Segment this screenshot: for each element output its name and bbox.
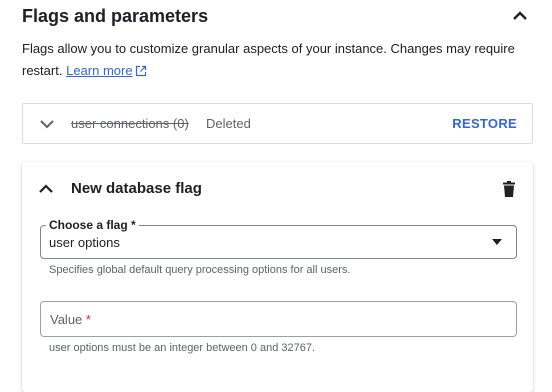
learn-more-label: Learn more: [66, 63, 133, 78]
new-flag-card: New database flag Choose a flag * user o…: [22, 162, 533, 392]
required-marker: *: [85, 312, 91, 327]
trash-icon[interactable]: [502, 181, 516, 197]
choose-flag-label: Choose a flag *: [46, 217, 139, 233]
dropdown-arrow-icon: [492, 239, 502, 245]
chevron-down-icon[interactable]: [39, 116, 55, 132]
value-hint: user options must be an integer between …: [49, 342, 316, 354]
section-description: Flags allow you to customize granular as…: [22, 38, 522, 82]
section-title: Flags and parameters: [22, 6, 209, 26]
deleted-flag-row: user connections (0) Deleted RESTORE: [22, 103, 533, 144]
choose-flag-value: user options: [49, 235, 120, 250]
deleted-status: Deleted: [206, 116, 251, 131]
deleted-flag-name: user connections (0): [71, 116, 189, 131]
restore-button[interactable]: RESTORE: [452, 116, 517, 131]
value-input[interactable]: Value *: [40, 301, 517, 337]
choose-flag-hint: Specifies global default query processin…: [49, 264, 351, 276]
external-link-icon: [135, 65, 146, 77]
section-header: Flags and parameters: [22, 4, 532, 28]
new-flag-title: New database flag: [71, 180, 202, 197]
learn-more-link[interactable]: Learn more: [66, 63, 132, 78]
chevron-up-icon[interactable]: [38, 181, 54, 197]
chevron-up-icon[interactable]: [510, 6, 530, 26]
choose-flag-select[interactable]: Choose a flag * user options: [40, 217, 517, 259]
value-placeholder: Value *: [50, 312, 91, 327]
value-label: Value: [50, 312, 83, 327]
